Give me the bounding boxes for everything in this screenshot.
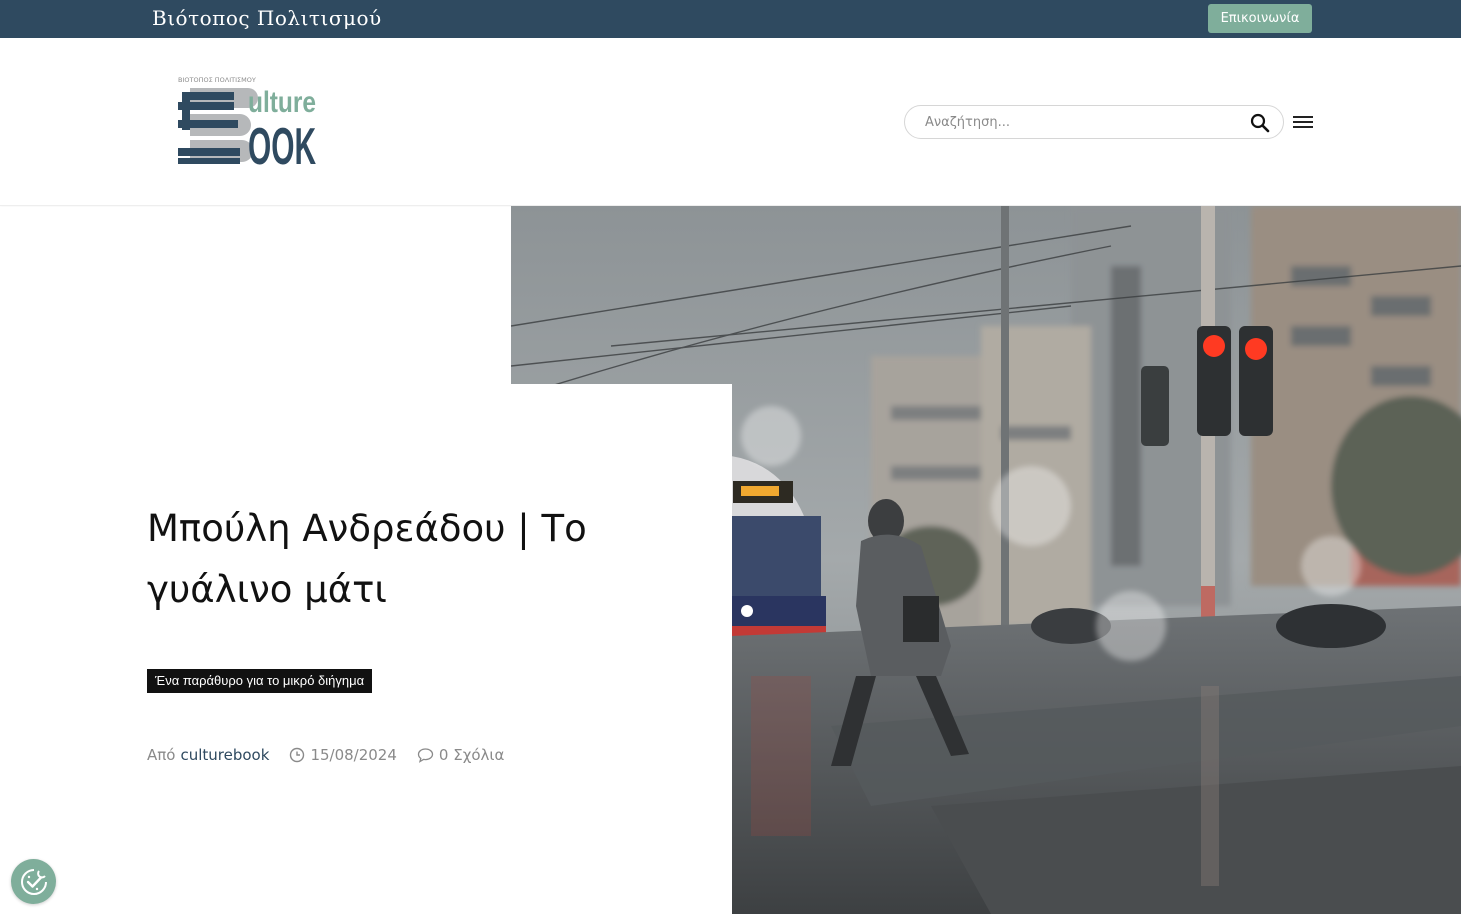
contact-button[interactable]: Επικοινωνία [1208, 4, 1312, 33]
post-meta: Από culturebook 15/08/2024 0 Σχόλια [147, 745, 504, 765]
by-label: Από [147, 746, 176, 764]
search-input[interactable] [923, 106, 1233, 138]
culturebook-logo[interactable]: ΒΙΟΤΟΠΟΣ ΠΟΛΙΤΙΣΜΟΥ ulture OOK [176, 74, 318, 168]
search-icon[interactable] [1250, 113, 1270, 133]
site-name[interactable]: Βιότοπος Πολιτισμού [152, 6, 382, 30]
logo-word-top: ulture [248, 86, 316, 119]
hero-card-overlap [511, 384, 732, 914]
post-date: 15/08/2024 [289, 746, 397, 764]
date-text: 15/08/2024 [310, 746, 397, 764]
comments-count: 0 Σχόλια [438, 746, 505, 764]
author-link[interactable]: culturebook [180, 746, 269, 764]
comment-icon [417, 748, 434, 763]
logo-word-bottom: OOK [248, 118, 316, 168]
cookie-check-icon [20, 868, 47, 895]
post-title: Μπούλη Ανδρεάδου | Το γυάλινο μάτι [147, 507, 587, 611]
cookie-consent-button[interactable] [11, 859, 56, 904]
clock-icon [290, 747, 305, 763]
site-header: ΒΙΟΤΟΠΟΣ ΠΟΛΙΤΙΣΜΟΥ ulture OOK [0, 38, 1461, 206]
logo-small-text: ΒΙΟΤΟΠΟΣ ΠΟΛΙΤΙΣΜΟΥ [178, 76, 256, 84]
top-bar: Βιότοπος Πολιτισμού Επικοινωνία [0, 0, 1461, 38]
hamburger-menu-icon[interactable] [1293, 113, 1313, 131]
comments-link[interactable]: 0 Σχόλια [417, 746, 504, 764]
category-badge[interactable]: Ένα παράθυρο για το μικρό διήγημα [147, 669, 373, 693]
search-box [904, 105, 1284, 139]
